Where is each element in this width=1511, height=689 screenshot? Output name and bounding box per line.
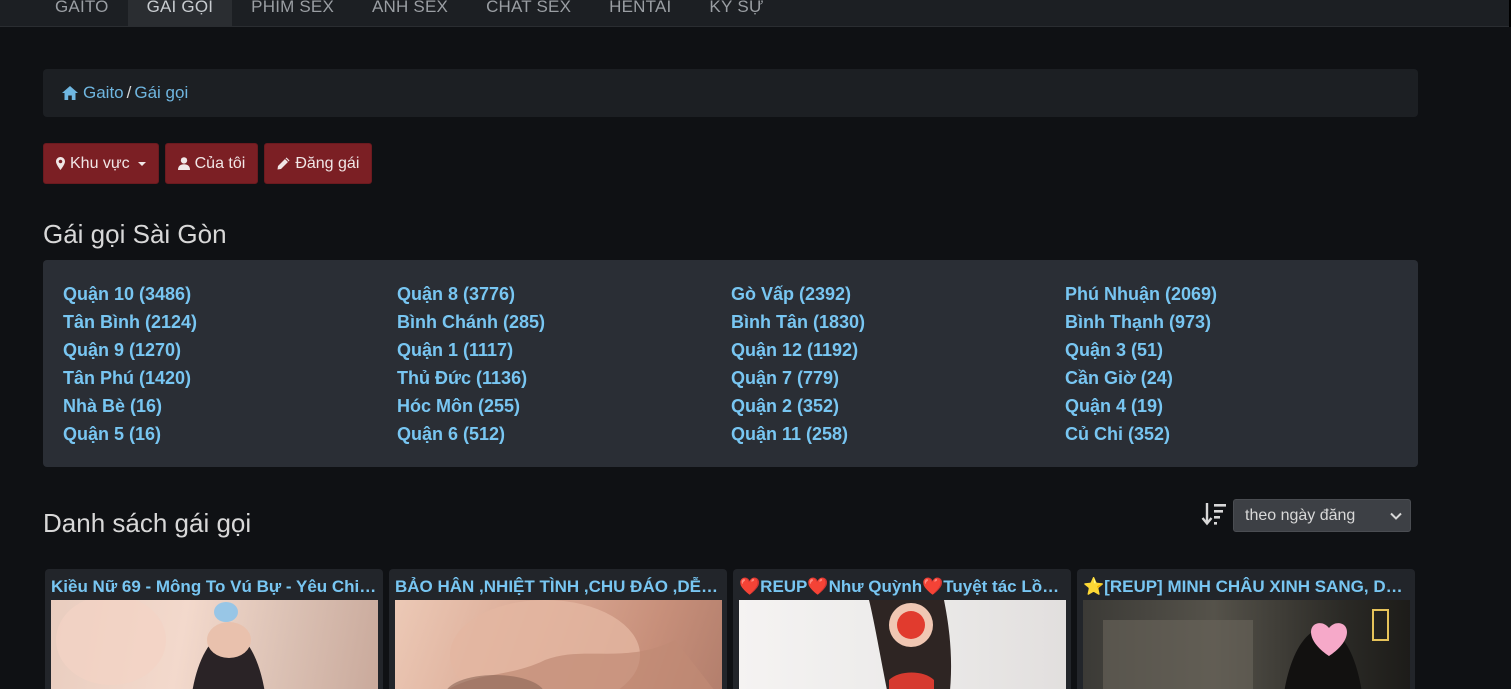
district-link[interactable]: Gò Vấp (2392) xyxy=(731,282,1065,310)
district-link[interactable]: Thủ Đức (1136) xyxy=(397,366,731,394)
district-link[interactable]: Quận 4 (19) xyxy=(1065,394,1399,422)
district-link[interactable]: Nhà Bè (16) xyxy=(63,394,397,422)
action-buttons: Khu vực Của tôi Đăng gái xyxy=(43,143,373,184)
district-link[interactable]: Bình Thạnh (973) xyxy=(1065,310,1399,338)
listing-card-title[interactable]: ❤️REUP❤️Như Quỳnh❤️Tuyệt tác Lồn Múp xyxy=(739,569,1065,600)
district-link[interactable]: Quận 5 (16) xyxy=(63,422,397,450)
listing-photo-illustration xyxy=(56,600,265,689)
district-link[interactable]: Quận 12 (1192) xyxy=(731,338,1065,366)
district-link[interactable]: Quận 9 (1270) xyxy=(63,338,397,366)
top-nav: GAITO GÁI GỌI PHIM SEX ẢNH SEX CHAT SEX … xyxy=(0,0,1511,27)
user-icon xyxy=(177,157,190,170)
home-icon xyxy=(62,86,78,100)
district-link[interactable]: Quận 1 (1117) xyxy=(397,338,731,366)
nav-item-chat-sex[interactable]: CHAT SEX xyxy=(467,0,590,26)
district-link[interactable]: Bình Tân (1830) xyxy=(731,310,1065,338)
listing-card-image[interactable] xyxy=(395,600,722,689)
pencil-icon xyxy=(277,157,290,170)
nav-item-gai-goi[interactable]: GÁI GỌI xyxy=(127,0,233,26)
listing-card[interactable]: ❤️REUP❤️Như Quỳnh❤️Tuyệt tác Lồn Múp xyxy=(733,569,1071,689)
district-list: Quận 10 (3486) Quận 8 (3776) Gò Vấp (239… xyxy=(43,260,1418,467)
listing-photo-illustration xyxy=(869,600,952,689)
district-link[interactable]: Quận 6 (512) xyxy=(397,422,731,450)
breadcrumb-current[interactable]: Gái gọi xyxy=(134,83,188,103)
district-link[interactable]: Quận 10 (3486) xyxy=(63,282,397,310)
district-link[interactable]: Củ Chi (352) xyxy=(1065,422,1399,450)
nav-item-anh-sex[interactable]: ẢNH SEX xyxy=(353,0,467,26)
listing-cards: Kiều Nữ 69 - Mông To Vú Bự - Yêu Chiều K… xyxy=(45,569,1415,689)
district-link[interactable]: Cần Giờ (24) xyxy=(1065,366,1399,394)
district-link[interactable]: Quận 7 (779) xyxy=(731,366,1065,394)
post-girl-button[interactable]: Đăng gái xyxy=(264,143,373,184)
chevron-down-icon xyxy=(1390,512,1402,520)
nav-item-hentai[interactable]: HENTAI xyxy=(590,0,690,26)
listing-card[interactable]: BẢO HÂN ,NHIỆT TÌNH ,CHU ĐÁO ,DỄ THƯƠNG xyxy=(389,569,727,689)
my-posts-button[interactable]: Của tôi xyxy=(164,143,259,184)
district-link[interactable]: Bình Chánh (285) xyxy=(397,310,731,338)
nav-item-phim-sex[interactable]: PHIM SEX xyxy=(232,0,353,26)
breadcrumb-home-link[interactable]: Gaito xyxy=(83,83,124,103)
district-link[interactable]: Phú Nhuận (2069) xyxy=(1065,282,1399,310)
listing-photo-illustration xyxy=(1103,609,1389,689)
listing-card[interactable]: ⭐[REUP] MINH CHÂU XINH SANG, DÁNG CHUẨN xyxy=(1077,569,1415,689)
list-section-title: Danh sách gái gọi xyxy=(43,508,252,538)
district-link[interactable]: Hóc Môn (255) xyxy=(397,394,731,422)
post-girl-label: Đăng gái xyxy=(295,154,360,172)
sort-icon[interactable] xyxy=(1201,501,1227,527)
map-marker-icon xyxy=(56,157,65,170)
district-link[interactable]: Quận 11 (258) xyxy=(731,422,1065,450)
listing-card-image[interactable] xyxy=(739,600,1066,689)
region-dropdown-button[interactable]: Khu vực xyxy=(43,143,159,184)
listing-card-image[interactable] xyxy=(51,600,378,689)
breadcrumb-separator: / xyxy=(126,83,132,102)
district-link[interactable]: Tân Bình (2124) xyxy=(63,310,397,338)
nav-item-gaito[interactable]: GAITO xyxy=(0,0,128,26)
breadcrumb: Gaito / Gái gọi xyxy=(43,69,1418,117)
sort-select[interactable]: theo ngày đăng xyxy=(1233,499,1411,532)
sort-select-value: theo ngày đăng xyxy=(1245,506,1356,524)
listing-card-title[interactable]: ⭐[REUP] MINH CHÂU XINH SANG, DÁNG CHUẨN xyxy=(1083,569,1409,600)
nav-item-ky-su[interactable]: KÝ SỰ xyxy=(690,0,782,26)
district-section-title: Gái gọi Sài Gòn xyxy=(43,219,227,249)
region-button-label: Khu vực xyxy=(70,154,130,172)
my-posts-label: Của tôi xyxy=(194,154,246,172)
listing-card-title[interactable]: Kiều Nữ 69 - Mông To Vú Bự - Yêu Chiều K… xyxy=(51,569,377,600)
district-link[interactable]: Quận 2 (352) xyxy=(731,394,1065,422)
district-link[interactable]: Quận 8 (3776) xyxy=(397,282,731,310)
listing-photo-illustration xyxy=(447,600,714,689)
listing-card-image[interactable] xyxy=(1083,600,1410,689)
caret-down-icon xyxy=(137,161,146,166)
listing-card[interactable]: Kiều Nữ 69 - Mông To Vú Bự - Yêu Chiều K… xyxy=(45,569,383,689)
district-link[interactable]: Tân Phú (1420) xyxy=(63,366,397,394)
district-link[interactable]: Quận 3 (51) xyxy=(1065,338,1399,366)
listing-card-title[interactable]: BẢO HÂN ,NHIỆT TÌNH ,CHU ĐÁO ,DỄ THƯƠNG xyxy=(395,569,721,600)
